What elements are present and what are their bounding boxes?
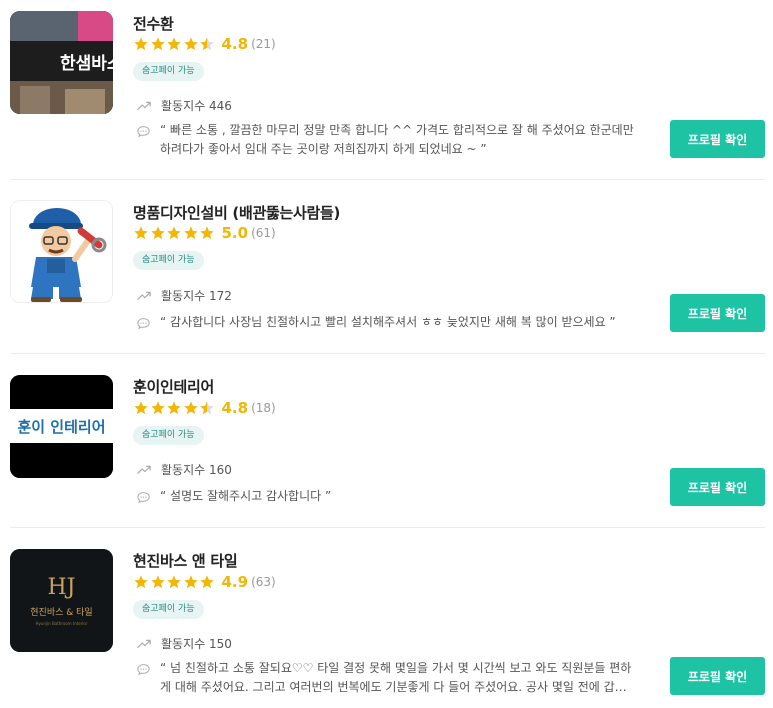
expert-thumbnail[interactable]: 훈이 인테리어 [10,375,113,478]
star-icon [134,401,148,415]
expert-card[interactable]: 명품디자인설비 (배관뚫는사람들) 5.0 (61) 숨고페이 가능 활동지수 … [0,180,773,354]
review-count: (63) [251,575,276,589]
speech-bubble-icon [137,492,150,504]
review-snippet: “ 감사합니다 사장님 친절하시고 빨리 설치해주셔서 ㅎㅎ 늦었지만 새해 복… [137,313,637,332]
plumber-mascot-image [11,201,112,302]
rating-row: 5.0 (61) [133,224,276,242]
expert-thumbnail[interactable] [10,200,113,303]
activity-score: 활동지수 172 [137,287,232,303]
review-text: “ 감사합니다 사장님 친절하시고 빨리 설치해주셔서 ㅎㅎ 늦었지만 새해 복… [160,315,616,329]
thumb-logo-text: 훈이 인테리어 [17,418,105,436]
star-rating [133,574,216,590]
expert-card[interactable]: 한샘바스 전수환 4.8 (21) 숨고페이 가능 활동지수 446 [0,0,773,180]
expert-list: 한샘바스 전수환 4.8 (21) 숨고페이 가능 활동지수 446 [0,0,773,708]
trend-up-icon [137,465,151,474]
star-icon [167,37,181,51]
star-icon [200,575,214,589]
trend-up-icon [137,639,151,648]
activity-score: 활동지수 150 [137,635,232,651]
rating-row: 4.8 (18) [133,399,276,417]
interior-logo-image: 훈이 인테리어 [10,375,113,478]
star-icon [150,401,165,415]
trend-up-icon [137,101,151,110]
profile-check-button[interactable]: 프로필 확인 [670,120,765,158]
soomgo-pay-badge: 숨고페이 가능 [133,251,204,270]
soomgo-pay-badge: 숨고페이 가능 [133,426,204,445]
speech-bubble-icon [137,126,150,138]
review-snippet: “ 빠른 소통 , 깔끔한 마무리 정말 만족 합니다 ^^ 가격도 합리적으로… [137,121,637,159]
expert-thumbnail[interactable]: 한샘바스 [10,11,113,114]
star-icon [134,226,148,240]
review-count: (61) [251,226,276,240]
star-icon [183,226,198,240]
profile-check-button[interactable]: 프로필 확인 [670,468,765,506]
review-count: (18) [251,401,276,415]
star-icon [183,401,198,415]
speech-bubble-icon [137,318,150,330]
storefront-photo: 한샘바스 [10,11,113,114]
star-icon [150,37,165,51]
star-icon [183,37,198,51]
speech-bubble-icon [137,664,150,676]
review-text: “ 설명도 잘해주시고 감사합니다 ” [160,489,332,503]
thumb-logo-subtext: Hyunjin Bathroom Interior [36,621,88,626]
expert-card[interactable]: HJ 현진바스 & 타일 Hyunjin Bathroom Interior 현… [0,528,773,708]
activity-score-text: 활동지수 160 [161,462,232,477]
rating-value: 4.9 [221,573,249,591]
star-icon [134,575,148,589]
activity-score: 활동지수 160 [137,461,232,477]
thumb-sign-text: 한샘바스 [60,54,113,74]
expert-name[interactable]: 훈이인테리어 [133,376,214,397]
rating-row: 4.8 (21) [133,35,276,53]
review-snippet: “ 넘 친절하고 소통 잘되요♡♡ 타일 결정 못해 몇일을 가서 몇 시간씩 … [137,659,637,697]
star-rating [133,36,216,52]
trend-up-icon [137,291,151,300]
activity-score: 활동지수 446 [137,97,232,113]
star-icon [167,226,181,240]
profile-check-button[interactable]: 프로필 확인 [670,294,765,332]
rating-row: 4.9 (63) [133,573,276,591]
star-icon [200,226,214,240]
activity-score-text: 활동지수 446 [161,98,232,113]
activity-score-text: 활동지수 150 [161,636,232,651]
star-half-icon [200,401,214,415]
star-icon [167,401,181,415]
star-icon [134,37,148,51]
star-icon [150,575,165,589]
bath-tile-logo-image: HJ 현진바스 & 타일 Hyunjin Bathroom Interior [10,549,113,652]
review-text: “ 빠른 소통 , 깔끔한 마무리 정말 만족 합니다 ^^ 가격도 합리적으로… [160,123,634,156]
review-text: “ 넘 친절하고 소통 잘되요♡♡ 타일 결정 못해 몇일을 가서 몇 시간씩 … [160,661,637,694]
rating-value: 4.8 [221,35,249,53]
profile-check-button[interactable]: 프로필 확인 [670,657,765,695]
thumb-monogram: HJ [47,575,75,600]
star-icon [183,575,198,589]
soomgo-pay-badge: 숨고페이 가능 [133,62,204,81]
review-snippet: “ 설명도 잘해주시고 감사합니다 ” [137,487,637,506]
review-count: (21) [251,37,276,51]
star-icon [150,226,165,240]
star-rating [133,225,216,241]
activity-score-text: 활동지수 172 [161,288,232,303]
expert-name[interactable]: 전수환 [133,13,174,34]
star-rating [133,400,216,416]
expert-name[interactable]: 명품디자인설비 (배관뚫는사람들) [133,202,340,223]
soomgo-pay-badge: 숨고페이 가능 [133,600,204,619]
star-icon [167,575,181,589]
expert-thumbnail[interactable]: HJ 현진바스 & 타일 Hyunjin Bathroom Interior [10,549,113,652]
star-half-icon [200,37,214,51]
rating-value: 4.8 [221,399,249,417]
expert-name[interactable]: 현진바스 앤 타일 [133,550,238,571]
thumb-logo-text: 현진바스 & 타일 [30,607,92,618]
expert-card[interactable]: 훈이 인테리어 훈이인테리어 4.8 (18) 숨고페이 가능 활동지수 160… [0,354,773,528]
rating-value: 5.0 [221,224,249,242]
